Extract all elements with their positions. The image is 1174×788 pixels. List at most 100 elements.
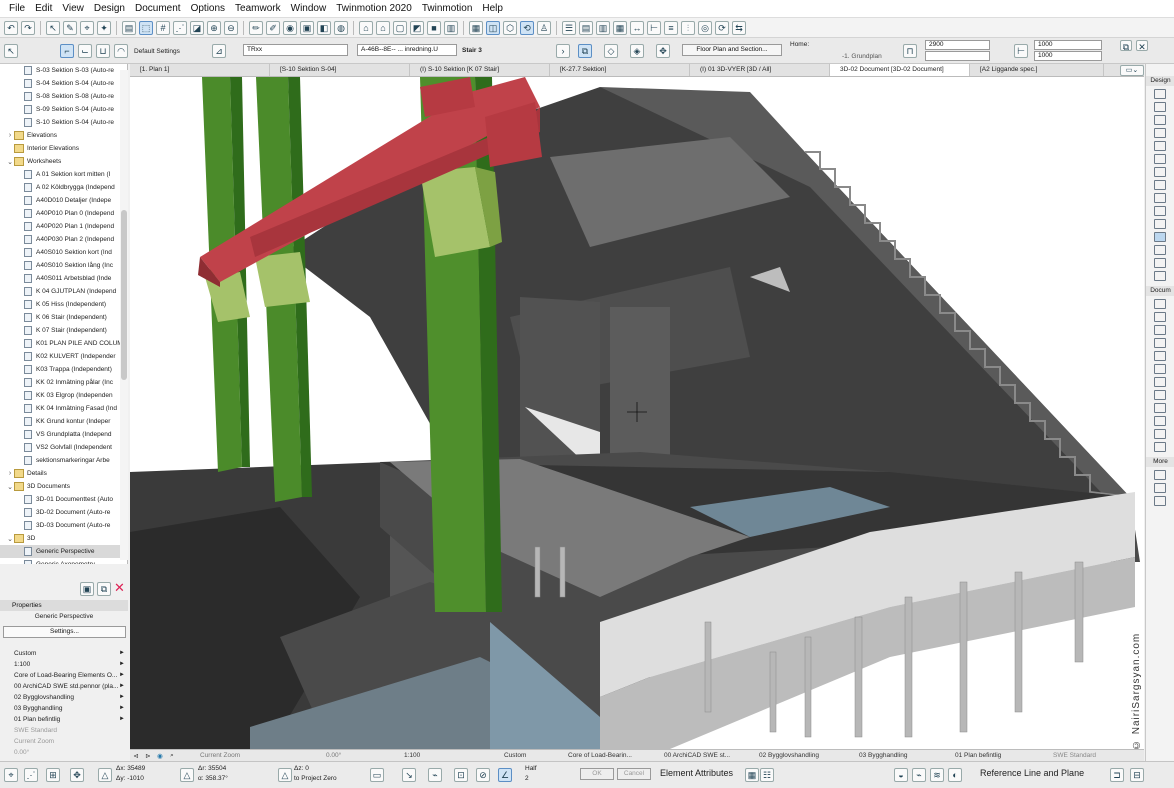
geometry-spiral-icon[interactable]: ◠ — [114, 44, 128, 58]
pen-set[interactable]: 00 ArchiCAD SWE st... — [656, 752, 751, 759]
width-field-a[interactable]: 1000 — [1034, 40, 1102, 50]
move-icon[interactable]: ✥ — [70, 768, 84, 782]
box-icon[interactable]: ▢ — [393, 20, 407, 35]
chart-icon[interactable]: ▥ — [596, 20, 610, 35]
navigator-item[interactable]: K 07 Stair (Independent) — [0, 324, 127, 337]
column-tool-icon[interactable] — [1154, 102, 1166, 112]
window-icon[interactable]: ▦ — [469, 20, 483, 35]
angle-value[interactable]: α: 358.37° — [198, 775, 228, 782]
shell-tool-icon[interactable] — [1154, 154, 1166, 164]
snap-grid-icon[interactable]: ⊡ — [454, 768, 468, 782]
z-reference[interactable]: to Project Zero — [294, 775, 337, 782]
house-icon[interactable]: ⌂ — [359, 20, 373, 35]
view-tab[interactable]: [S-10 Sektion S-04] — [270, 64, 410, 76]
property-row[interactable]: 00 ArchiCAD SWE std.pennor (pla... ► — [0, 681, 128, 692]
guide-line-icon[interactable]: ⌖ — [4, 768, 18, 782]
special-snap-icon[interactable]: ⌁ — [428, 768, 442, 782]
reference-line-dropdown[interactable]: Reference Line and Plane — [980, 768, 1084, 778]
stair-3d-icon[interactable]: ◇ — [604, 44, 618, 58]
3d-model-render[interactable] — [130, 77, 1144, 749]
tab-list-icon[interactable]: ▭⌄ — [1120, 65, 1144, 76]
syringe-icon[interactable]: ⌖ — [80, 20, 94, 35]
layers-icon[interactable]: ≋ — [930, 768, 944, 782]
navigator-item[interactable]: Generic Axonometry — [0, 558, 127, 564]
navigator-item[interactable]: A 01 Sektion kort mitten (I — [0, 168, 127, 181]
navigator-item[interactable]: S-10 Sektion S-04 (Auto-re — [0, 116, 127, 129]
distribute-icon[interactable]: ⫶ — [681, 20, 695, 35]
navigator-item[interactable]: KK 03 Elgrop (Independen — [0, 389, 127, 402]
half-snap-label[interactable]: Half — [525, 765, 537, 772]
redo-zoom-icon[interactable]: ⊳ — [142, 752, 154, 760]
view-tab[interactable]: [1. Plan 1] — [130, 64, 270, 76]
height-offset-field[interactable] — [925, 51, 990, 61]
navigator-item[interactable]: S-03 Sektion S-03 (Auto-re — [0, 64, 127, 77]
navigator-item[interactable]: Interior Elevations — [0, 142, 127, 155]
box-solid-icon[interactable]: ■ — [427, 20, 441, 35]
render-mode-icon[interactable]: ◐ — [948, 768, 962, 782]
beam-tool-icon[interactable] — [1154, 115, 1166, 125]
navigator-item[interactable]: 3D-01 Documenttest (Auto — [0, 493, 127, 506]
navigator-item[interactable]: A40P030 Plan 2 (Independ — [0, 233, 127, 246]
window-tool-icon[interactable] — [1154, 206, 1166, 216]
undo-zoom-icon[interactable]: ⊲ — [130, 752, 142, 760]
property-row[interactable]: 0.00° — [0, 747, 128, 758]
navigator-item[interactable]: A40D010 Detaljer (Indepe — [0, 194, 127, 207]
delta-x-value[interactable]: Δx: 35489 — [116, 765, 145, 772]
globe-icon[interactable]: ◍ — [334, 20, 348, 35]
navigator-item[interactable]: K 06 Stair (Independent) — [0, 311, 127, 324]
grid-tool-icon[interactable] — [1154, 470, 1166, 480]
snap-point-icon[interactable]: ↘ — [402, 768, 416, 782]
navigator-item[interactable]: sektionsmarkeringar Arbe — [0, 454, 127, 467]
property-row[interactable]: 01 Plan befintlig ► — [0, 714, 128, 725]
redo-icon[interactable]: ↷ — [21, 20, 35, 35]
navigator-item[interactable]: › Elevations — [0, 129, 127, 142]
property-row[interactable]: Custom ► — [0, 648, 128, 659]
stair-plan-icon[interactable]: ⧉ — [578, 44, 592, 58]
polyline-tool-icon[interactable] — [1154, 390, 1166, 400]
view-tab[interactable]: (I) S-10 Sektion [K 07 Stair] — [410, 64, 550, 76]
zoom-out-icon[interactable]: ⊖ — [224, 20, 238, 35]
dimension-tool-icon[interactable] — [1154, 299, 1166, 309]
dimension-standard[interactable]: SWE Standard — [1047, 752, 1117, 759]
structure-display[interactable]: Core of Load-Bearin... — [558, 752, 656, 759]
navigator-item[interactable]: S-04 Sektion S-04 (Auto-re — [0, 77, 127, 90]
arrow-tool-icon[interactable]: ↖ — [4, 44, 18, 58]
settings-button[interactable]: Settings... — [3, 626, 126, 638]
align-icon[interactable]: ≡ — [664, 20, 678, 35]
story-arrow-icon[interactable]: › — [556, 44, 570, 58]
railing-tool-icon[interactable] — [1154, 245, 1166, 255]
property-row[interactable]: 02 Bygglovshandling ► — [0, 692, 128, 703]
menu-item[interactable]: File — [4, 3, 30, 14]
expand-chevron-icon[interactable]: › — [6, 132, 14, 139]
navigator-scroll-thumb[interactable] — [121, 210, 127, 380]
rotation-angle[interactable]: 0.00° — [248, 752, 368, 759]
navigator-item[interactable]: A40S010 Sektion kort (Ind — [0, 246, 127, 259]
height-field[interactable]: 2900 — [925, 40, 990, 50]
grid-icon[interactable]: # — [156, 20, 170, 35]
curtain-wall-icon[interactable] — [1154, 219, 1166, 229]
view-tab[interactable]: (I) 01 3D-VYER [3D / All] — [690, 64, 830, 76]
layer-icon[interactable]: ▤ — [122, 20, 136, 35]
menu-item[interactable]: Twinmotion — [417, 3, 478, 14]
camera-tool-icon[interactable] — [1154, 483, 1166, 493]
geometry-u-icon[interactable]: ⊔ — [96, 44, 110, 58]
magnet-icon[interactable]: ◒ — [894, 768, 908, 782]
pen-set-icon[interactable]: ✐ — [266, 20, 280, 35]
snap-guide-icon[interactable]: ⋰ — [24, 768, 38, 782]
scale-value[interactable]: 1:100 — [368, 752, 458, 759]
navigator-item[interactable]: K 05 Hiss (Independent) — [0, 298, 127, 311]
navigator-item[interactable]: K01 PLAN PILE AND COLUM — [0, 337, 127, 350]
half-snap-value[interactable]: 2 — [525, 775, 529, 782]
menu-item[interactable]: Twinmotion 2020 — [331, 3, 417, 14]
cursor-snap-icon[interactable]: ⊘ — [476, 768, 490, 782]
navigator-item[interactable]: KK 02 Inmätning pålar (Inc — [0, 376, 127, 389]
3d-window-icon[interactable]: ◫ — [486, 20, 500, 35]
element-attributes-dropdown[interactable]: Element Attributes — [660, 768, 733, 778]
property-row[interactable]: 1:100 ► — [0, 659, 128, 670]
view-tab[interactable]: [A2 Liggande spec.] — [970, 64, 1104, 76]
navigator-item[interactable]: VS Grundplatta (Independ — [0, 428, 127, 441]
house-outline-icon[interactable]: ⌂ — [376, 20, 390, 35]
property-row[interactable]: SWE Standard — [0, 725, 128, 736]
view-icon[interactable]: ▣ — [300, 20, 314, 35]
undo-icon[interactable]: ↶ — [4, 20, 18, 35]
